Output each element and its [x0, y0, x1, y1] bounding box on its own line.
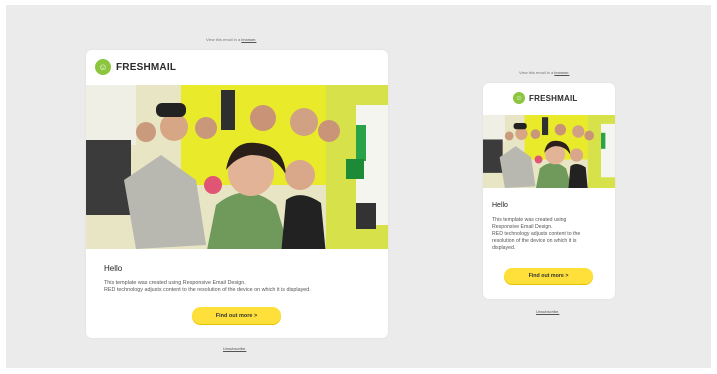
- mobile-body-line-2: Responsive Email Design.: [492, 224, 553, 231]
- view-in-browser-text-mobile: View this email in a browser.: [519, 70, 570, 75]
- mobile-body-line-1: This template was created using: [492, 217, 567, 223]
- view-in-browser-link[interactable]: browser.: [241, 37, 256, 42]
- freshmail-logo-icon: ☺: [95, 59, 111, 75]
- brand-name: FRESHMAIL: [116, 61, 177, 73]
- team-photo-mobile: [483, 115, 615, 188]
- team-photo-image-mobile: [483, 115, 615, 188]
- mobile-body-line-3: RED technology adjusts content to the: [492, 231, 581, 238]
- freshmail-logo: ☺ FRESHMAIL: [95, 59, 176, 75]
- team-photo-image: [86, 85, 388, 249]
- brand-name-mobile: FRESHMAIL: [529, 93, 578, 103]
- find-out-more-button[interactable]: Find out more >: [192, 307, 281, 324]
- view-in-browser-text: View this email in a browser.: [206, 37, 257, 42]
- body-line-1: This template was created using Responsi…: [104, 280, 246, 286]
- body-text-mobile: This template was created using Responsi…: [492, 217, 610, 252]
- unsubscribe-link-desktop[interactable]: Unsubscribe.: [223, 346, 246, 351]
- find-out-more-button-mobile[interactable]: Find out more >: [504, 268, 593, 284]
- mobile-email-card: ☺ FRESHMAIL Hello This template was crea…: [483, 83, 615, 299]
- body-line-2: RED technology adjusts content to the re…: [104, 287, 311, 294]
- desktop-email-card: ☺ FRESHMAIL Hello This template was crea…: [86, 50, 388, 338]
- team-photo: [86, 85, 388, 249]
- hello-heading-mobile: Hello: [492, 202, 508, 209]
- mobile-body-line-5: displayed.: [492, 245, 516, 252]
- freshmail-logo-icon-mobile: ☺: [513, 92, 525, 104]
- body-text: This template was created using Responsi…: [104, 280, 379, 295]
- preview-canvas: View this email in a browser. ☺ FRESHMAI…: [6, 5, 711, 368]
- hello-heading: Hello: [104, 264, 123, 273]
- view-in-browser-link-mobile[interactable]: browser.: [554, 70, 569, 75]
- mobile-body-line-4: resolution of the device on which it is: [492, 238, 577, 245]
- freshmail-logo-mobile: ☺ FRESHMAIL: [513, 92, 577, 104]
- unsubscribe-link-mobile[interactable]: Unsubscribe.: [536, 309, 559, 314]
